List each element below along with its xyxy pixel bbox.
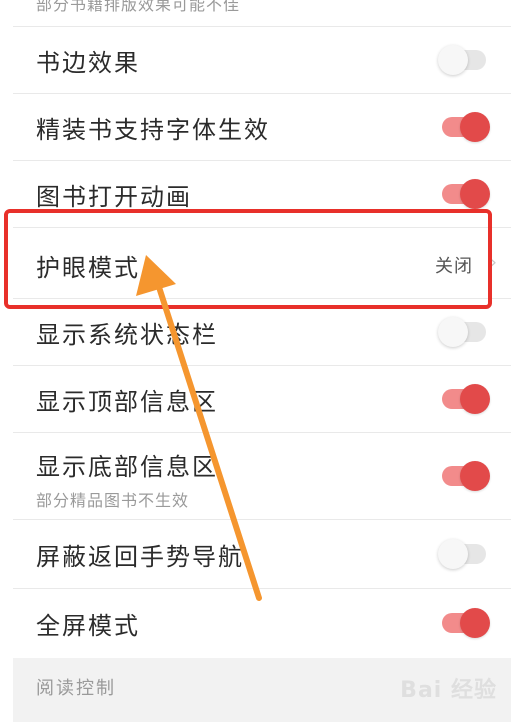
row-system-statusbar[interactable]: 显示系统状态栏 [13, 299, 511, 366]
row-fullscreen[interactable]: 全屏模式 [13, 589, 511, 657]
row-divider-top [13, 0, 511, 27]
toggle-knob [438, 539, 468, 569]
row-book-edge-effect[interactable]: 书边效果 [13, 27, 511, 94]
row-label: 图书打开动画 [36, 183, 192, 211]
top-info-toggle[interactable] [442, 384, 490, 414]
toggle-knob [460, 179, 490, 209]
row-block-back-gesture[interactable]: 屏蔽返回手势导航 [13, 520, 511, 589]
settings-panel: 部分书籍排版效果可能不佳 书边效果 精装书支持字体生效 图书打开动画 护眼模式 … [13, 0, 511, 722]
row-label: 显示底部信息区 [36, 453, 218, 481]
row-label: 全屏模式 [36, 612, 140, 640]
book-edge-effect-toggle[interactable] [438, 45, 486, 75]
toggle-knob [460, 461, 490, 491]
row-label: 精装书支持字体生效 [36, 116, 270, 144]
open-animation-toggle[interactable] [442, 179, 490, 209]
system-statusbar-toggle[interactable] [438, 317, 486, 347]
row-top-info[interactable]: 显示顶部信息区 [13, 366, 511, 433]
toggle-knob [460, 112, 490, 142]
row-label: 显示系统状态栏 [36, 321, 218, 349]
highlight-box [4, 209, 492, 309]
row-label: 书边效果 [36, 49, 140, 77]
row-sublabel: 部分精品图书不生效 [36, 491, 190, 510]
fullscreen-toggle[interactable] [442, 608, 490, 638]
row-label: 屏蔽返回手势导航 [36, 543, 244, 571]
toggle-knob [438, 317, 468, 347]
toggle-knob [460, 608, 490, 638]
watermark-logo: Bai 经验 [400, 678, 497, 703]
row-label: 显示顶部信息区 [36, 388, 218, 416]
toggle-knob [438, 45, 468, 75]
block-back-gesture-toggle[interactable] [438, 539, 486, 569]
bottom-info-toggle[interactable] [442, 461, 490, 491]
row-bottom-info[interactable]: 显示底部信息区 部分精品图书不生效 [13, 433, 511, 520]
section-label: 阅读控制 [36, 678, 116, 699]
toggle-knob [460, 384, 490, 414]
row-hardcover-font[interactable]: 精装书支持字体生效 [13, 94, 511, 161]
hardcover-font-toggle[interactable] [442, 112, 490, 142]
